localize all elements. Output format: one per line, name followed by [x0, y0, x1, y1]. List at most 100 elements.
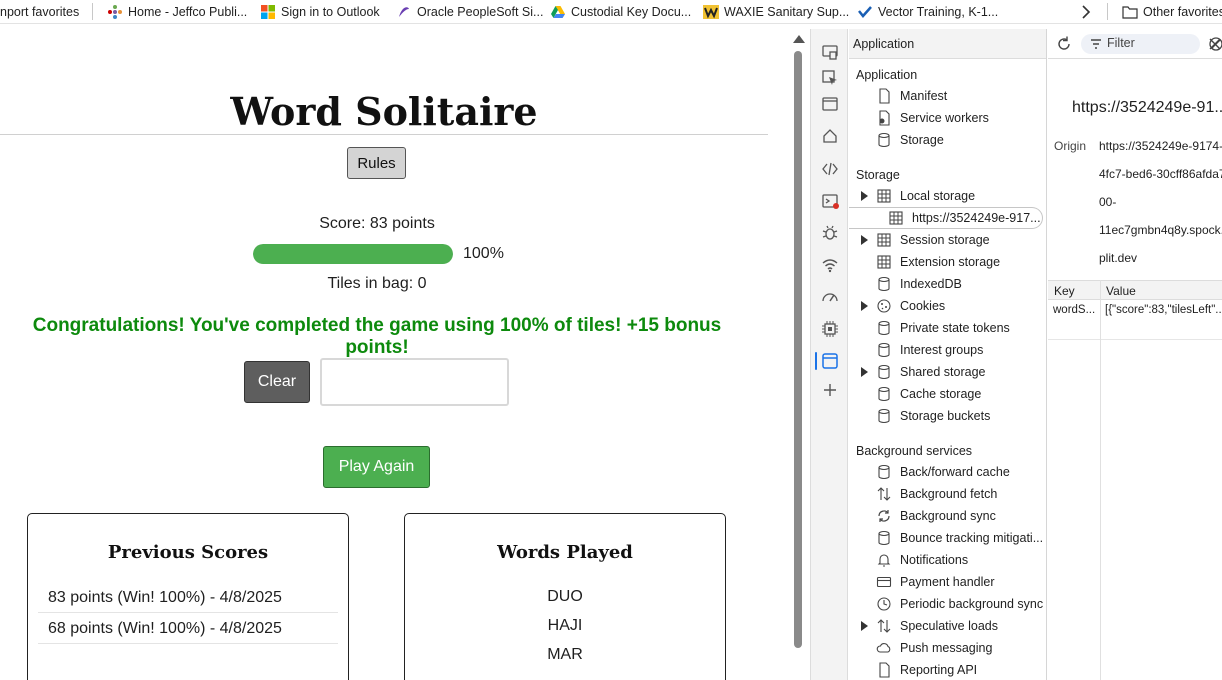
clear-button[interactable]: Clear	[244, 361, 310, 403]
tree-item-label: Session storage	[900, 233, 990, 247]
expand-arrow-icon[interactable]	[861, 235, 868, 245]
database-icon	[878, 408, 890, 424]
filter-input[interactable]: Filter	[1081, 34, 1200, 54]
devtools-panel-header: Application	[849, 29, 1046, 59]
tree-item-cache-storage[interactable]: Cache storage	[849, 384, 1046, 404]
tree-item-label: Background fetch	[900, 487, 998, 501]
key-column-header[interactable]: Key	[1054, 284, 1075, 298]
tree-item-reporting-api[interactable]: Reporting API	[849, 660, 1046, 680]
tree-item-shared-storage[interactable]: Shared storage	[849, 362, 1046, 382]
origin-url-line: 4fc7-bed6-30cff86afda7	[1099, 167, 1222, 181]
other-favorites-label: Other favorites	[1143, 5, 1222, 19]
page-scrollbar[interactable]	[790, 29, 808, 680]
favorite-import[interactable]: nport favorites	[0, 3, 79, 21]
page-title: Word Solitaire	[230, 89, 538, 134]
tree-item-local-storage-origin[interactable]: https://3524249e-917...	[849, 208, 1046, 228]
words-played-title: Words Played	[497, 542, 633, 563]
score-text: Score: 83 points	[319, 215, 435, 232]
folder-icon	[1122, 6, 1138, 19]
tree-item-extension-storage[interactable]: Extension storage	[849, 252, 1046, 272]
home-icon[interactable]	[820, 126, 840, 146]
tree-item-periodic-sync[interactable]: Periodic background sync	[849, 594, 1046, 614]
add-tool-icon[interactable]	[820, 380, 840, 400]
tree-item-payment-handler[interactable]: Payment handler	[849, 572, 1046, 592]
tree-item-cookies[interactable]: Cookies	[849, 296, 1046, 316]
tree-item-label: Service workers	[900, 111, 989, 125]
favorite-waxie[interactable]: WAXIE Sanitary Sup...	[703, 3, 849, 21]
favorites-overflow-button[interactable]	[1078, 3, 1094, 21]
tree-item-label: Manifest	[900, 89, 948, 103]
database-icon	[878, 364, 890, 380]
up-down-arrows-icon	[877, 487, 891, 501]
expand-arrow-icon[interactable]	[861, 621, 868, 631]
tree-item-label: Cookies	[900, 299, 946, 313]
favorite-label: Vector Training, K-1...	[878, 5, 999, 19]
up-down-arrows-icon	[877, 619, 891, 633]
storage-table-row[interactable]: wordS... [{"score":83,"tilesLeft"...	[1048, 300, 1222, 340]
sync-icon	[878, 510, 890, 522]
tree-item-local-storage[interactable]: Local storage	[849, 186, 1046, 206]
performance-icon[interactable]	[820, 287, 840, 307]
sources-bug-icon[interactable]	[820, 223, 840, 243]
favorite-custodial[interactable]: Custodial Key Docu...	[550, 3, 691, 21]
tree-item-session-storage[interactable]: Session storage	[849, 230, 1046, 250]
tree-item-background-fetch[interactable]: Background fetch	[849, 484, 1046, 504]
origin-label: Origin	[1054, 139, 1087, 153]
tree-item-background-sync[interactable]: Background sync	[849, 506, 1046, 526]
tree-item-storage[interactable]: Storage	[849, 130, 1046, 150]
tree-item-notifications[interactable]: Notifications	[849, 550, 1046, 570]
close-devtools-icon[interactable]	[1207, 36, 1222, 52]
origin-url-line: 00-	[1099, 195, 1117, 209]
inspect-element-icon[interactable]	[820, 68, 840, 88]
rules-button[interactable]: Rules	[347, 147, 406, 179]
played-word: DUO	[547, 588, 583, 605]
tree-item-private-state-tokens[interactable]: Private state tokens	[849, 318, 1046, 338]
favorite-outlook[interactable]: Sign in to Outlook	[260, 3, 380, 21]
other-favorites-folder[interactable]: Other favorites	[1122, 3, 1222, 21]
tree-item-manifest[interactable]: Manifest	[849, 86, 1046, 106]
favorite-vector[interactable]: Vector Training, K-1...	[857, 3, 998, 21]
tree-item-label: Background sync	[900, 509, 996, 523]
console-icon[interactable]	[820, 191, 840, 211]
tree-item-indexeddb[interactable]: IndexedDB	[849, 274, 1046, 294]
tree-item-storage-buckets[interactable]: Storage buckets	[849, 406, 1046, 426]
scrollbar-thumb[interactable]	[794, 51, 802, 648]
favorite-label: Sign in to Outlook	[281, 5, 380, 19]
scroll-up-icon[interactable]	[793, 35, 805, 43]
memory-icon[interactable]	[820, 319, 840, 339]
tree-item-push-messaging[interactable]: Push messaging	[849, 638, 1046, 658]
tree-item-bfcache[interactable]: Back/forward cache	[849, 462, 1046, 482]
row-key: wordS...	[1053, 304, 1096, 316]
file-icon	[879, 88, 890, 104]
tree-item-label: Bounce tracking mitigati...	[900, 531, 1044, 545]
database-icon	[878, 320, 890, 336]
database-icon	[878, 530, 890, 546]
expand-arrow-icon[interactable]	[861, 191, 868, 201]
credit-card-icon	[876, 576, 892, 588]
application-panel-icon[interactable]	[820, 351, 840, 371]
column-divider	[1100, 280, 1101, 680]
tree-item-service-workers[interactable]: Service workers	[849, 108, 1046, 128]
value-column-header[interactable]: Value	[1106, 284, 1136, 298]
welcome-icon[interactable]	[820, 94, 840, 114]
waxie-logo-icon	[703, 5, 719, 19]
tree-item-label: https://3524249e-917...	[912, 211, 1041, 225]
progress-fill	[253, 244, 453, 264]
favorite-label: WAXIE Sanitary Sup...	[724, 5, 850, 19]
tree-item-interest-groups[interactable]: Interest groups	[849, 340, 1046, 360]
favorite-jeffco[interactable]: Home - Jeffco Publi...	[107, 3, 247, 21]
refresh-icon[interactable]	[1055, 35, 1073, 53]
favorite-label: Home - Jeffco Publi...	[128, 5, 248, 19]
play-again-button[interactable]: Play Again	[323, 446, 430, 488]
database-icon	[878, 342, 890, 358]
network-wifi-icon[interactable]	[820, 255, 840, 275]
expand-arrow-icon[interactable]	[861, 301, 868, 311]
score-history-row: 68 points (Win! 100%) - 4/8/2025	[38, 613, 338, 644]
word-input[interactable]	[320, 358, 509, 406]
tree-item-bounce-tracking[interactable]: Bounce tracking mitigati...	[849, 528, 1046, 548]
elements-icon[interactable]	[820, 159, 840, 179]
tree-item-speculative-loads[interactable]: Speculative loads	[849, 616, 1046, 636]
expand-arrow-icon[interactable]	[861, 367, 868, 377]
favorite-peoplesoft[interactable]: Oracle PeopleSoft Si...	[396, 3, 543, 21]
device-emulation-icon[interactable]	[820, 42, 840, 62]
